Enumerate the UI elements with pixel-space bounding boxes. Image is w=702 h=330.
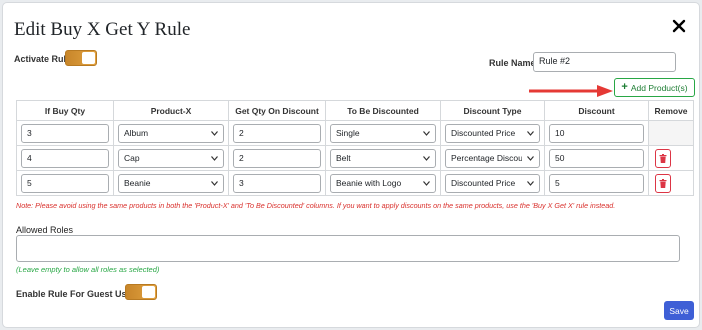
chevron-down-icon <box>527 155 534 161</box>
header-product-x: Product-X <box>113 100 229 121</box>
get-qty-input[interactable]: 2 <box>233 123 321 143</box>
table-row: 4 Cap 2 Belt Percentage Discour 50 <box>16 145 694 171</box>
select-value: Album <box>124 128 149 138</box>
select-value: Single <box>336 128 360 138</box>
activate-rule-toggle[interactable] <box>65 50 97 66</box>
select-value: Cap <box>124 153 140 163</box>
select-value: Discounted Price <box>451 178 516 188</box>
to-be-discounted-select[interactable]: Belt <box>330 148 436 168</box>
save-button[interactable]: Save <box>664 301 694 320</box>
to-be-discounted-select[interactable]: Beanie with Logo <box>330 173 436 193</box>
buy-qty-input[interactable]: 4 <box>21 148 109 168</box>
allowed-roles-hint: (Leave empty to allow all roles as selec… <box>16 265 160 274</box>
chevron-down-icon <box>423 180 430 186</box>
allowed-roles-input[interactable] <box>16 235 680 262</box>
chevron-down-icon <box>527 130 534 136</box>
trash-icon <box>659 178 667 188</box>
select-value: Beanie with Logo <box>336 178 402 188</box>
rule-name-input[interactable]: Rule #2 <box>533 52 676 72</box>
to-be-discounted-select[interactable]: Single <box>330 123 436 143</box>
plus-icon: + <box>621 81 628 93</box>
add-products-button[interactable]: + Add Product(s) <box>614 78 695 97</box>
discount-type-select[interactable]: Discounted Price <box>445 123 540 143</box>
guest-users-toggle[interactable] <box>125 284 157 300</box>
edit-rule-modal: Edit Buy X Get Y Rule Activate Rule Rule… <box>2 2 700 328</box>
get-qty-input[interactable]: 2 <box>233 148 321 168</box>
chevron-down-icon <box>527 180 534 186</box>
chevron-down-icon <box>423 130 430 136</box>
toggle-knob <box>142 286 155 298</box>
modal-title: Edit Buy X Get Y Rule <box>14 19 191 40</box>
table-row: 5 Beanie 3 Beanie with Logo Discounted P… <box>16 170 694 196</box>
buy-qty-input[interactable]: 3 <box>21 123 109 143</box>
product-x-select[interactable]: Beanie <box>118 173 224 193</box>
remove-row-button[interactable] <box>655 148 671 168</box>
table-row: 3 Album 2 Single Discounted Price 10 <box>16 120 694 146</box>
get-qty-input[interactable]: 3 <box>233 173 321 193</box>
select-value: Belt <box>336 153 351 163</box>
product-x-select[interactable]: Album <box>118 123 224 143</box>
duplicate-products-note: Note: Please avoid using the same produc… <box>16 201 616 210</box>
product-x-select[interactable]: Cap <box>118 148 224 168</box>
allowed-roles-label: Allowed Roles <box>16 225 74 235</box>
header-discount: Discount <box>544 100 649 121</box>
header-to-be-discounted: To Be Discounted <box>325 100 441 121</box>
chevron-down-icon <box>211 180 218 186</box>
select-value: Beanie <box>124 178 151 188</box>
header-get-qty: Get Qty On Discount <box>228 100 326 121</box>
discount-input[interactable]: 5 <box>549 173 644 193</box>
remove-row-button[interactable] <box>655 173 671 193</box>
rule-name-label: Rule Name <box>489 58 536 68</box>
header-remove: Remove <box>648 100 694 121</box>
discount-type-select[interactable]: Discounted Price <box>445 173 540 193</box>
trash-icon <box>659 153 667 163</box>
rules-table: If Buy Qty Product-X Get Qty On Discount… <box>16 100 694 196</box>
buy-qty-input[interactable]: 5 <box>21 173 109 193</box>
chevron-down-icon <box>211 155 218 161</box>
close-icon[interactable] <box>671 18 687 34</box>
remove-cell-empty <box>648 120 694 146</box>
chevron-down-icon <box>423 155 430 161</box>
discount-type-select[interactable]: Percentage Discour <box>445 148 540 168</box>
select-value: Discounted Price <box>451 128 516 138</box>
add-products-label: Add Product(s) <box>630 82 688 93</box>
header-buy-qty: If Buy Qty <box>16 100 114 121</box>
header-discount-type: Discount Type <box>440 100 545 121</box>
arrow-pointer-icon <box>529 85 613 97</box>
select-value: Percentage Discour <box>451 153 522 163</box>
chevron-down-icon <box>211 130 218 136</box>
discount-input[interactable]: 50 <box>549 148 644 168</box>
toggle-knob <box>82 52 95 64</box>
activate-rule-label: Activate Rule <box>14 54 72 64</box>
table-header-row: If Buy Qty Product-X Get Qty On Discount… <box>16 100 694 121</box>
discount-input[interactable]: 10 <box>549 123 644 143</box>
